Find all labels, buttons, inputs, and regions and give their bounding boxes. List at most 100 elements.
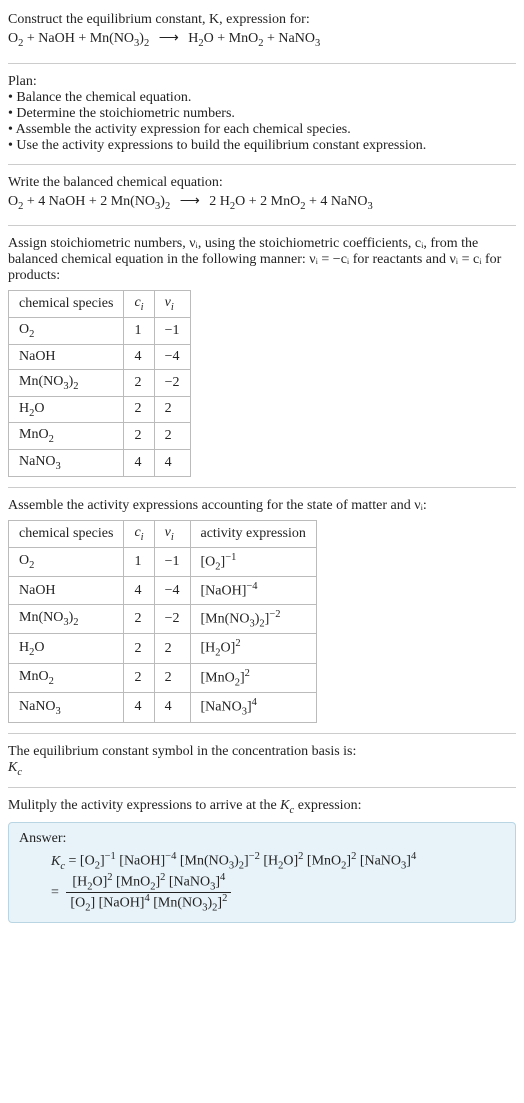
table-row: NaNO344[NaNO3]4 [9,693,317,722]
c-val: 2 [124,604,154,633]
table-row: MnO222[MnO2]2 [9,663,317,692]
plan-b1: • Balance the chemical equation. [8,90,516,106]
col-species: chemical species [9,291,124,318]
col-v: νi [154,291,190,318]
intro: Construct the equilibrium constant, K, e… [8,6,516,59]
divider [8,63,516,64]
divider [8,487,516,488]
table-row: H2O22[H2O]2 [9,634,317,663]
balanced-equation: O2 + 4 NaOH + 2 Mn(NO3)2 ⟶ 2 H2O + 2 MnO… [8,191,516,216]
col-activity: activity expression [190,520,316,547]
plan-b2: • Determine the stoichiometric numbers. [8,106,516,122]
species: Mn(NO3)2 [9,369,124,396]
c-val: 2 [124,663,154,692]
arrow-icon: ⟶ [174,194,206,209]
v-val: −1 [154,547,190,576]
stoich-block: Assign stoichiometric numbers, νᵢ, using… [8,230,516,483]
c-val: 1 [124,317,154,344]
multiply-block: Mulitply the activity expressions to arr… [8,792,516,928]
kc-sub: c [17,766,22,777]
activity-expr: [NaOH]−4 [190,577,316,605]
v-val: −4 [154,577,190,605]
table-row: Mn(NO3)22−2 [9,369,191,396]
balanced-heading: Write the balanced chemical equation: [8,175,516,191]
kc-numerator: [H2O]2 [MnO2]2 [NaNO3]4 [66,872,231,893]
species: H2O [9,634,124,663]
c-val: 2 [124,634,154,663]
table-row: MnO222 [9,423,191,450]
v-val: −2 [154,369,190,396]
balanced-block: Write the balanced chemical equation: O2… [8,169,516,222]
col-species: chemical species [9,520,124,547]
stoich-heading: Assign stoichiometric numbers, νᵢ, using… [8,236,516,284]
answer-label: Answer: [19,831,505,847]
divider [8,787,516,788]
answer-box: Answer: Kc = [O2]−1 [NaOH]−4 [Mn(NO3)2]−… [8,822,516,922]
activity-expr: [H2O]2 [190,634,316,663]
divider [8,733,516,734]
table-row: NaOH4−4[NaOH]−4 [9,577,317,605]
plan: Plan: • Balance the chemical equation. •… [8,68,516,160]
kc-symbol-heading: The equilibrium constant symbol in the c… [8,744,516,760]
activity-expr: [NaNO3]4 [190,693,316,722]
table-row: O21−1[O2]−1 [9,547,317,576]
table-row: NaOH4−4 [9,344,191,369]
kc-expression: Kc = [O2]−1 [NaOH]−4 [Mn(NO3)2]−2 [H2O]2… [51,851,505,913]
v-val: 2 [154,663,190,692]
intro-line1: Construct the equilibrium constant, K, e… [8,12,516,28]
plan-b4: • Use the activity expressions to build … [8,138,516,154]
c-val: 2 [124,369,154,396]
c-val: 4 [124,577,154,605]
plan-heading: Plan: [8,74,516,90]
unbalanced-equation: O2 + NaOH + Mn(NO3)2 ⟶ H2O + MnO2 + NaNO… [8,28,516,53]
kc-line1: Kc = [O2]−1 [NaOH]−4 [Mn(NO3)2]−2 [H2O]2… [51,851,505,871]
species: Mn(NO3)2 [9,604,124,633]
species: MnO2 [9,663,124,692]
kc-fraction: [H2O]2 [MnO2]2 [NaNO3]4 [O2] [NaOH]4 [Mn… [66,872,231,914]
table-header-row: chemical species ci νi [9,291,191,318]
activity-heading: Assemble the activity expressions accoun… [8,498,516,514]
activity-block: Assemble the activity expressions accoun… [8,492,516,729]
table-row: H2O22 [9,396,191,423]
plan-b3: • Assemble the activity expression for e… [8,122,516,138]
activity-expr: [Mn(NO3)2]−2 [190,604,316,633]
c-val: 4 [124,693,154,722]
activity-expr: [MnO2]2 [190,663,316,692]
species: O2 [9,547,124,576]
species: NaOH [9,344,124,369]
species: H2O [9,396,124,423]
v-val: 4 [154,450,190,477]
v-val: 2 [154,396,190,423]
table-row: NaNO344 [9,450,191,477]
species: NaNO3 [9,450,124,477]
c-val: 4 [124,344,154,369]
v-val: −1 [154,317,190,344]
v-val: 4 [154,693,190,722]
species: MnO2 [9,423,124,450]
species: NaOH [9,577,124,605]
species: NaNO3 [9,693,124,722]
v-val: 2 [154,634,190,663]
kc-symbol: Kc [8,760,516,778]
kc-letter: K [8,760,17,775]
v-val: 2 [154,423,190,450]
col-v: νi [154,520,190,547]
stoich-table: chemical species ci νi O21−1 NaOH4−4 Mn(… [8,290,191,477]
multiply-heading: Mulitply the activity expressions to arr… [8,798,516,816]
col-c: ci [124,291,154,318]
c-val: 4 [124,450,154,477]
v-val: −4 [154,344,190,369]
table-row: Mn(NO3)22−2[Mn(NO3)2]−2 [9,604,317,633]
c-val: 2 [124,396,154,423]
table-header-row: chemical species ci νi activity expressi… [9,520,317,547]
kc-line2: = [H2O]2 [MnO2]2 [NaNO3]4 [O2] [NaOH]4 [… [51,872,505,914]
arrow-icon: ⟶ [153,31,185,46]
col-c: ci [124,520,154,547]
activity-expr: [O2]−1 [190,547,316,576]
divider [8,164,516,165]
kc-symbol-block: The equilibrium constant symbol in the c… [8,738,516,784]
kc-denominator: [O2] [NaOH]4 [Mn(NO3)2]2 [66,893,231,913]
divider [8,225,516,226]
activity-table: chemical species ci νi activity expressi… [8,520,317,723]
table-row: O21−1 [9,317,191,344]
